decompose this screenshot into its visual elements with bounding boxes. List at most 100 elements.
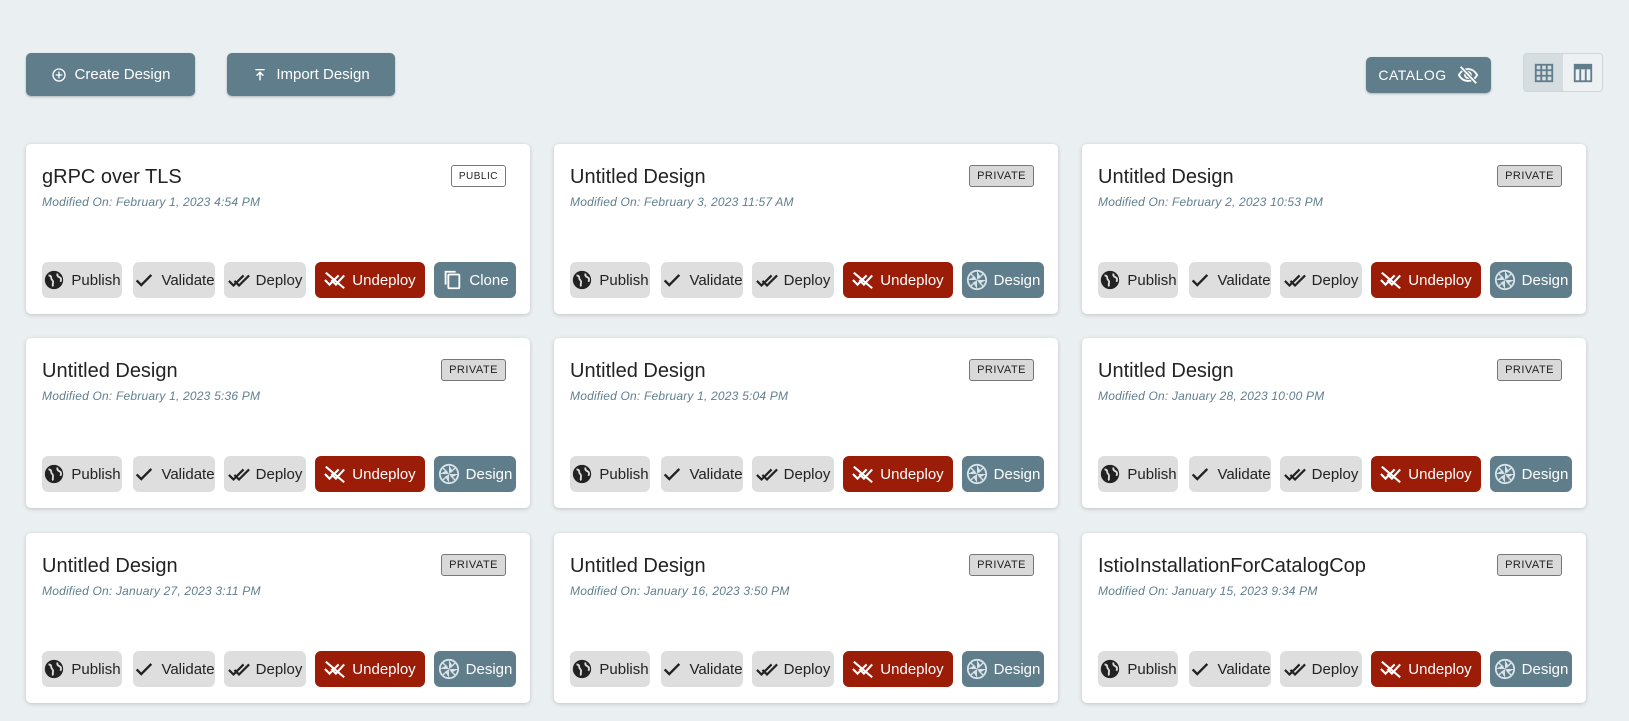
check-icon — [136, 468, 153, 481]
undeploy-button[interactable]: Undeploy — [1371, 262, 1481, 298]
design-card[interactable]: Untitled Design Modified On: January 16, … — [554, 533, 1058, 703]
validate-button[interactable]: Validate — [661, 651, 743, 687]
check-icon — [1192, 468, 1209, 481]
undeploy-button[interactable]: Undeploy — [843, 456, 953, 492]
undeploy-button-label: Undeploy — [880, 660, 944, 678]
deploy-button[interactable]: Deploy — [1280, 651, 1362, 687]
undeploy-button-label: Undeploy — [880, 271, 944, 289]
validate-button[interactable]: Validate — [1189, 651, 1271, 687]
import-design-label: Import Design — [276, 66, 370, 83]
validate-button[interactable]: Validate — [1189, 456, 1271, 492]
globe-icon — [1101, 270, 1120, 290]
design-button[interactable]: Design — [1490, 456, 1572, 492]
design-button[interactable]: Design — [434, 651, 516, 687]
undeploy-button[interactable]: Undeploy — [843, 651, 953, 687]
undeploy-button[interactable]: Undeploy — [843, 262, 953, 298]
design-card[interactable]: IstioInstallationForCatalogCop Modified O… — [1082, 533, 1586, 703]
modified-date: Modified On: February 3, 2023 11:57 AM — [570, 195, 794, 209]
globe-icon — [45, 659, 64, 679]
publish-button[interactable]: Publish — [570, 651, 650, 687]
publish-button[interactable]: Publish — [42, 262, 122, 298]
publish-button[interactable]: Publish — [570, 262, 650, 298]
publish-button-label: Publish — [71, 465, 121, 483]
deploy-button[interactable]: Deploy — [752, 456, 834, 492]
validate-button-label: Validate — [161, 660, 215, 678]
undeploy-button[interactable]: Undeploy — [1371, 456, 1481, 492]
publish-button[interactable]: Publish — [570, 456, 650, 492]
clone-button[interactable]: Clone — [434, 262, 516, 298]
grid-view-button[interactable] — [1524, 54, 1563, 91]
design-button[interactable]: Design — [1490, 262, 1572, 298]
design-card[interactable]: Untitled Design Modified On: February 1, … — [554, 338, 1058, 508]
publish-button[interactable]: Publish — [42, 456, 122, 492]
design-button[interactable]: Design — [1490, 651, 1572, 687]
design-button-label: Design — [1521, 465, 1569, 483]
publish-button[interactable]: Publish — [42, 651, 122, 687]
visibility-badge: PRIVATE — [441, 554, 506, 576]
visibility-badge: PRIVATE — [441, 359, 506, 381]
design-card[interactable]: Untitled Design Modified On: January 28, … — [1082, 338, 1586, 508]
publish-button[interactable]: Publish — [1098, 456, 1178, 492]
deploy-button[interactable]: Deploy — [1280, 262, 1362, 298]
double-check-icon — [227, 468, 250, 482]
visibility-badge: PRIVATE — [969, 554, 1034, 576]
publish-button-label: Publish — [71, 660, 121, 678]
validate-button[interactable]: Validate — [1189, 262, 1271, 298]
deploy-button[interactable]: Deploy — [224, 456, 306, 492]
validate-button[interactable]: Validate — [661, 262, 743, 298]
meshery-logo-icon — [438, 463, 459, 485]
deploy-button[interactable]: Deploy — [224, 651, 306, 687]
create-design-button[interactable]: Create Design — [26, 53, 195, 96]
double-check-icon — [755, 468, 778, 482]
design-card[interactable]: Untitled Design Modified On: February 3, … — [554, 144, 1058, 314]
meshery-logo-icon — [966, 658, 987, 680]
undeploy-button[interactable]: Undeploy — [315, 651, 425, 687]
deploy-button[interactable]: Deploy — [752, 262, 834, 298]
double-check-icon — [1283, 274, 1306, 288]
design-button[interactable]: Design — [962, 456, 1044, 492]
validate-button-label: Validate — [1217, 465, 1271, 483]
deploy-button-label: Deploy — [255, 660, 303, 678]
table-view-button[interactable] — [1563, 54, 1602, 91]
validate-button[interactable]: Validate — [133, 456, 215, 492]
globe-icon — [573, 659, 592, 679]
publish-button[interactable]: Publish — [1098, 262, 1178, 298]
remove-done-icon — [1380, 465, 1402, 484]
deploy-button[interactable]: Deploy — [1280, 456, 1362, 492]
view-toggle — [1523, 53, 1603, 92]
design-card[interactable]: gRPC over TLS Modified On: February 1, 20… — [26, 144, 530, 314]
design-card[interactable]: Untitled Design Modified On: February 1, … — [26, 338, 530, 508]
undeploy-button-label: Undeploy — [1408, 465, 1472, 483]
undeploy-button[interactable]: Undeploy — [315, 262, 425, 298]
catalog-toggle-button[interactable]: CATALOG — [1366, 57, 1491, 93]
modified-date: Modified On: January 15, 2023 9:34 PM — [1098, 584, 1318, 598]
design-button[interactable]: Design — [434, 456, 516, 492]
validate-button[interactable]: Validate — [133, 262, 215, 298]
deploy-button[interactable]: Deploy — [752, 651, 834, 687]
modified-date: Modified On: February 1, 2023 4:54 PM — [42, 195, 261, 209]
design-card[interactable]: Untitled Design Modified On: February 2, … — [1082, 144, 1586, 314]
deploy-button[interactable]: Deploy — [224, 262, 306, 298]
validate-button-label: Validate — [689, 271, 743, 289]
undeploy-button-label: Undeploy — [880, 465, 944, 483]
design-button[interactable]: Design — [962, 651, 1044, 687]
validate-button[interactable]: Validate — [661, 456, 743, 492]
remove-done-icon — [852, 465, 874, 484]
deploy-button-label: Deploy — [1311, 271, 1359, 289]
grid-view-icon — [1534, 63, 1553, 82]
validate-button[interactable]: Validate — [133, 651, 215, 687]
undeploy-button[interactable]: Undeploy — [1371, 651, 1481, 687]
import-design-button[interactable]: Import Design — [227, 53, 395, 96]
publish-button-label: Publish — [599, 660, 649, 678]
visibility-off-icon — [1457, 65, 1478, 85]
double-check-icon — [227, 663, 250, 677]
design-card[interactable]: Untitled Design Modified On: January 27, … — [26, 533, 530, 703]
design-button-label: Design — [1521, 271, 1569, 289]
design-button[interactable]: Design — [962, 262, 1044, 298]
design-button-label: Design — [993, 271, 1041, 289]
validate-button-label: Validate — [161, 465, 215, 483]
publish-button-label: Publish — [71, 271, 121, 289]
undeploy-button[interactable]: Undeploy — [315, 456, 425, 492]
publish-button[interactable]: Publish — [1098, 651, 1178, 687]
remove-done-icon — [852, 271, 874, 290]
